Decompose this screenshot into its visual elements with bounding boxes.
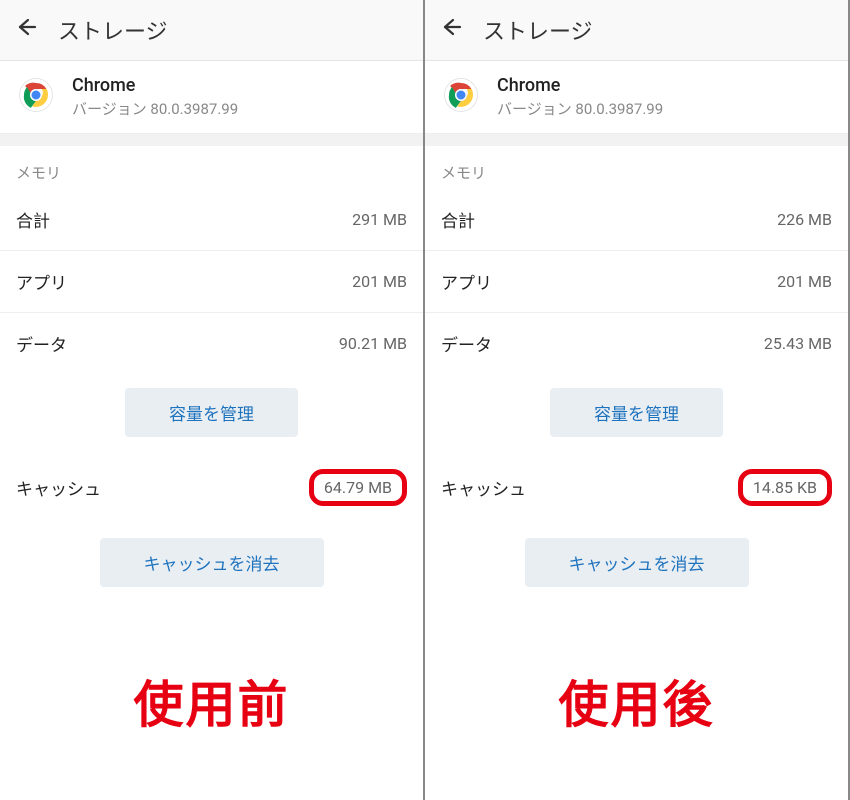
app-version: バージョン 80.0.3987.99 [72,98,238,119]
divider [0,134,423,146]
row-value: 226 MB [777,210,832,229]
app-row: Chrome バージョン 80.0.3987.99 [425,61,848,134]
app-info: Chrome バージョン 80.0.3987.99 [497,75,663,119]
divider [425,134,848,146]
before-caption: 使用前 [134,665,290,737]
app-row: Chrome バージョン 80.0.3987.99 [0,61,423,134]
memory-header: メモリ [0,146,423,189]
page-title: ストレージ [483,14,593,46]
row-value: 90.21 MB [339,334,407,353]
app-info: Chrome バージョン 80.0.3987.99 [72,75,238,119]
row-data: データ 25.43 MB [425,313,848,374]
row-label: キャッシュ [441,475,526,500]
back-icon[interactable] [439,15,483,45]
row-label: アプリ [16,269,67,294]
row-label: キャッシュ [16,475,101,500]
panel-before: ストレージ Chrome バージョン 80.0.3987.99 メモリ 合計 2… [0,0,425,800]
title-bar: ストレージ [0,0,423,61]
row-label: データ [16,331,67,356]
row-label: 合計 [441,207,475,232]
row-label: データ [441,331,492,356]
manage-storage-button[interactable]: 容量を管理 [125,388,298,437]
clear-cache-button[interactable]: キャッシュを消去 [525,538,749,587]
row-data: データ 90.21 MB [0,313,423,374]
button-wrap: キャッシュを消去 [425,524,848,601]
cache-highlight: 14.85 KB [738,469,832,506]
after-caption: 使用後 [559,665,715,737]
row-app: アプリ 201 MB [425,251,848,313]
button-wrap: 容量を管理 [425,374,848,451]
row-value: 25.43 MB [764,334,832,353]
title-bar: ストレージ [425,0,848,61]
row-total: 合計 291 MB [0,189,423,251]
caption-area: 使用前 [0,601,423,800]
row-value: 201 MB [777,272,832,291]
clear-cache-button[interactable]: キャッシュを消去 [100,538,324,587]
button-wrap: キャッシュを消去 [0,524,423,601]
manage-storage-button[interactable]: 容量を管理 [550,388,723,437]
app-name: Chrome [72,75,238,96]
cache-highlight: 64.79 MB [309,469,407,506]
chrome-icon [18,77,72,117]
chrome-icon [443,77,497,117]
row-value: 201 MB [352,272,407,291]
app-name: Chrome [497,75,663,96]
memory-header: メモリ [425,146,848,189]
page-title: ストレージ [58,14,168,46]
row-cache: キャッシュ 64.79 MB [0,451,423,524]
panel-after: ストレージ Chrome バージョン 80.0.3987.99 メモリ 合計 2… [425,0,850,800]
row-app: アプリ 201 MB [0,251,423,313]
app-version: バージョン 80.0.3987.99 [497,98,663,119]
row-label: アプリ [441,269,492,294]
caption-area: 使用後 [425,601,848,800]
button-wrap: 容量を管理 [0,374,423,451]
back-icon[interactable] [14,15,58,45]
row-value: 291 MB [352,210,407,229]
row-cache: キャッシュ 14.85 KB [425,451,848,524]
row-label: 合計 [16,207,50,232]
row-total: 合計 226 MB [425,189,848,251]
